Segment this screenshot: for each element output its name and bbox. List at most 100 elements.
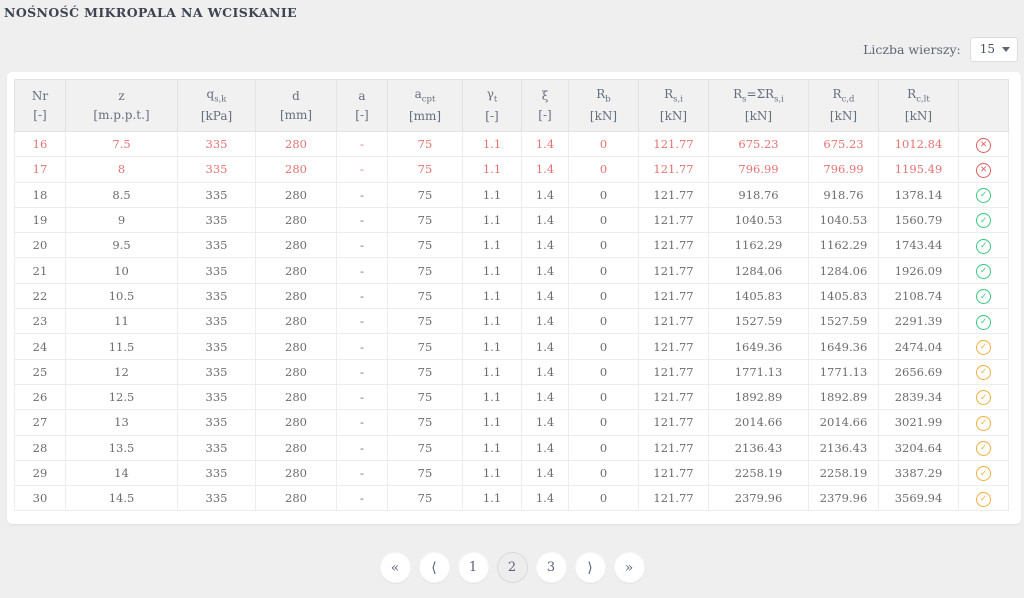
cell-a: - xyxy=(337,157,388,182)
cell-acpt: 75 xyxy=(388,157,463,182)
cell-gt: 1.1 xyxy=(463,258,522,283)
cell-gt: 1.1 xyxy=(463,283,522,308)
table-row: 2713335280-751.11.40121.772014.662014.66… xyxy=(15,410,1009,435)
table-row: 2311335280-751.11.40121.771527.591527.59… xyxy=(15,309,1009,334)
cell-gt: 1.1 xyxy=(463,384,522,409)
cell-nr: 25 xyxy=(15,359,66,384)
col-header-gt: γt[-] xyxy=(463,80,522,132)
rows-per-page-select[interactable]: 15 xyxy=(970,37,1018,62)
rows-per-page-control: Liczba wierszy: 15 xyxy=(863,37,1018,62)
cell-nr: 28 xyxy=(15,435,66,460)
col-header-rs: Rs=ΣRs,i[kN] xyxy=(709,80,809,132)
cell-status: ✓ xyxy=(959,207,1009,232)
cell-qsk: 335 xyxy=(178,309,256,334)
cell-xi: 1.4 xyxy=(522,460,569,485)
toolsbar: Liczba wierszy: 15 xyxy=(0,20,1024,64)
cell-rsi: 121.77 xyxy=(639,435,709,460)
cell-d: 280 xyxy=(256,182,337,207)
cell-status: ✓ xyxy=(959,410,1009,435)
cell-xi: 1.4 xyxy=(522,309,569,334)
cell-qsk: 335 xyxy=(178,207,256,232)
cell-status: ✓ xyxy=(959,233,1009,258)
cell-d: 280 xyxy=(256,233,337,258)
cell-nr: 22 xyxy=(15,283,66,308)
table-row: 2813.5335280-751.11.40121.772136.432136.… xyxy=(15,435,1009,460)
page-3-button[interactable]: 3 xyxy=(536,552,567,583)
cell-qsk: 335 xyxy=(178,486,256,511)
cell-acpt: 75 xyxy=(388,233,463,258)
cell-rs: 1040.53 xyxy=(709,207,809,232)
cell-rs: 1527.59 xyxy=(709,309,809,334)
cell-rb: 0 xyxy=(569,157,639,182)
cell-xi: 1.4 xyxy=(522,486,569,511)
check-circle-green-icon: ✓ xyxy=(976,315,991,330)
prev-page-button[interactable]: ⟨ xyxy=(419,552,450,583)
cell-qsk: 335 xyxy=(178,410,256,435)
cell-rcd: 1162.29 xyxy=(809,233,879,258)
cell-rs: 1284.06 xyxy=(709,258,809,283)
first-page-button[interactable]: « xyxy=(380,552,411,583)
cell-a: - xyxy=(337,132,388,157)
cell-z: 12 xyxy=(66,359,178,384)
cell-acpt: 75 xyxy=(388,207,463,232)
check-circle-yellow-icon: ✓ xyxy=(976,441,991,456)
cell-z: 8 xyxy=(66,157,178,182)
cell-d: 280 xyxy=(256,283,337,308)
cell-rs: 1405.83 xyxy=(709,283,809,308)
cell-rsi: 121.77 xyxy=(639,258,709,283)
cell-rb: 0 xyxy=(569,359,639,384)
col-header-nr: Nr[-] xyxy=(15,80,66,132)
cell-d: 280 xyxy=(256,258,337,283)
cell-acpt: 75 xyxy=(388,410,463,435)
cell-xi: 1.4 xyxy=(522,334,569,359)
cell-status: ✓ xyxy=(959,283,1009,308)
cell-a: - xyxy=(337,233,388,258)
cell-rclt: 2108.74 xyxy=(879,283,959,308)
cell-rs: 1162.29 xyxy=(709,233,809,258)
cell-rsi: 121.77 xyxy=(639,132,709,157)
cell-a: - xyxy=(337,258,388,283)
cell-nr: 16 xyxy=(15,132,66,157)
cell-nr: 19 xyxy=(15,207,66,232)
cell-qsk: 335 xyxy=(178,182,256,207)
cell-qsk: 335 xyxy=(178,334,256,359)
cell-gt: 1.1 xyxy=(463,207,522,232)
error-circle-icon: ✕ xyxy=(976,163,991,178)
cell-rclt: 2291.39 xyxy=(879,309,959,334)
table-row: 2210.5335280-751.11.40121.771405.831405.… xyxy=(15,283,1009,308)
table-header-row: Nr[-]z[m.p.p.t.]qs,k[kPa]d[mm]a[-]acpt[m… xyxy=(15,80,1009,132)
results-table-card: Nr[-]z[m.p.p.t.]qs,k[kPa]d[mm]a[-]acpt[m… xyxy=(7,72,1021,524)
rows-per-page-label: Liczba wierszy: xyxy=(863,42,961,57)
next-page-button[interactable]: ⟩ xyxy=(575,552,606,583)
cell-rclt: 1560.79 xyxy=(879,207,959,232)
cell-rb: 0 xyxy=(569,334,639,359)
table-row: 2411.5335280-751.11.40121.771649.361649.… xyxy=(15,334,1009,359)
cell-a: - xyxy=(337,283,388,308)
cell-rsi: 121.77 xyxy=(639,283,709,308)
cell-nr: 17 xyxy=(15,157,66,182)
cell-rclt: 3021.99 xyxy=(879,410,959,435)
cell-status: ✓ xyxy=(959,486,1009,511)
last-page-icon: » xyxy=(625,560,634,576)
table-row: 209.5335280-751.11.40121.771162.291162.2… xyxy=(15,233,1009,258)
next-page-icon: ⟩ xyxy=(587,560,592,576)
last-page-button[interactable]: » xyxy=(614,552,645,583)
col-header-rclt: Rc,lt[kN] xyxy=(879,80,959,132)
page-2-button[interactable]: 2 xyxy=(497,552,528,583)
col-header-qsk: qs,k[kPa] xyxy=(178,80,256,132)
cell-gt: 1.1 xyxy=(463,132,522,157)
col-header-xi: ξ[-] xyxy=(522,80,569,132)
cell-z: 14 xyxy=(66,460,178,485)
cell-z: 14.5 xyxy=(66,486,178,511)
cell-rcd: 2014.66 xyxy=(809,410,879,435)
cell-rsi: 121.77 xyxy=(639,460,709,485)
cell-acpt: 75 xyxy=(388,460,463,485)
table-row: 178335280-751.11.40121.77796.99796.99119… xyxy=(15,157,1009,182)
cell-status: ✓ xyxy=(959,384,1009,409)
cell-rs: 2258.19 xyxy=(709,460,809,485)
check-circle-green-icon: ✓ xyxy=(976,239,991,254)
cell-acpt: 75 xyxy=(388,334,463,359)
cell-status: ✓ xyxy=(959,309,1009,334)
cell-a: - xyxy=(337,359,388,384)
page-1-button[interactable]: 1 xyxy=(458,552,489,583)
